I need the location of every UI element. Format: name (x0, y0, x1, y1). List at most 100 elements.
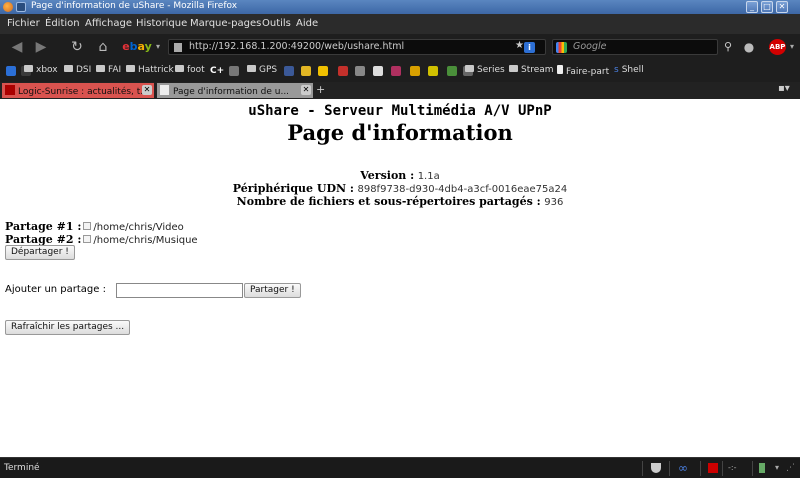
bookmark-folder-gps[interactable]: GPS (247, 65, 277, 75)
status-red-icon[interactable] (708, 463, 718, 473)
youtube-icon[interactable] (338, 66, 348, 76)
navigation-toolbar: ◀ ▶ ↻ ⌂ ebay ▾ http://192.168.1.200:4920… (0, 34, 800, 60)
bookmark-favicon-icon[interactable] (373, 66, 383, 76)
add-share-label: Ajouter un partage : (5, 284, 106, 295)
share-checkbox[interactable] (83, 235, 92, 243)
menu-marque-pages[interactable]: Marque-pages (190, 18, 261, 29)
tab-favicon-icon (5, 85, 15, 95)
unshare-button[interactable]: Départager ! (5, 245, 75, 260)
udn-label: Périphérique UDN : (232, 182, 354, 195)
bookmark-favicon-icon[interactable] (355, 66, 365, 76)
minimize-button[interactable]: _ (746, 1, 758, 13)
search-bar[interactable]: Google (552, 39, 718, 55)
version-value: 1.1a (417, 171, 440, 182)
count-label: Nombre de fichiers et sous-répertoires p… (236, 195, 541, 208)
version-line: Version : 1.1a (0, 169, 800, 182)
share-checkbox[interactable] (83, 222, 92, 230)
menu-edition[interactable]: Édition (45, 18, 80, 29)
page-subtitle: uShare - Serveur Multimédia A/V UPnP (248, 103, 552, 119)
info-icon[interactable]: i (524, 42, 535, 53)
search-placeholder: Google (573, 41, 607, 52)
bookmark-favicon-icon[interactable] (391, 66, 401, 76)
search-icon[interactable]: ⚲ (722, 39, 734, 55)
close-tab-icon[interactable]: ✕ (142, 85, 152, 95)
page-icon (174, 43, 182, 52)
window-menu-icon[interactable] (16, 2, 26, 12)
folder-icon (509, 65, 518, 72)
share-button[interactable]: Partager ! (244, 283, 301, 298)
tab-logic-sunrise[interactable]: Logic-Sunrise : actualités, t... ✕ (2, 83, 154, 98)
add-share-input[interactable] (116, 283, 243, 298)
page-content: uShare - Serveur Multimédia A/V UPnP Pag… (0, 99, 800, 457)
bookmark-folder-foot[interactable]: foot (175, 65, 205, 75)
menu-aide[interactable]: Aide (296, 18, 318, 29)
bookmark-shell[interactable]: ꜱ Shell (614, 65, 644, 75)
infinity-icon[interactable]: ∞ (678, 462, 696, 474)
resize-grip-icon[interactable]: ⋰ (786, 463, 795, 473)
refresh-shares-button[interactable]: Rafraîchir les partages ... (5, 320, 131, 335)
facebook-icon[interactable] (284, 66, 294, 76)
ebay-icon[interactable]: ebay (121, 39, 153, 55)
bookmark-folder-fai[interactable]: FAI (96, 65, 121, 75)
back-icon[interactable]: ◀ (8, 39, 26, 55)
bookmark-favicon-icon[interactable] (6, 66, 16, 76)
bookmark-favicon-icon[interactable] (428, 66, 438, 76)
maximize-button[interactable]: □ (761, 1, 773, 13)
menu-bar: Fichier Édition Affichage Historique Mar… (0, 14, 800, 34)
status-divider (722, 461, 723, 476)
url-bar[interactable]: http://192.168.1.200:49200/web/ushare.ht… (168, 39, 546, 55)
bookmark-favicon-icon[interactable] (410, 66, 420, 76)
bookmark-favicon-icon[interactable] (318, 66, 328, 76)
canal-plus-icon[interactable]: C+ (210, 66, 224, 76)
forward-icon[interactable]: ▶ (32, 39, 50, 55)
globe-icon[interactable]: ● (740, 39, 758, 55)
bookmark-favicon-icon[interactable] (301, 66, 311, 76)
bookmark-favicon-icon[interactable] (229, 66, 239, 76)
folder-icon (24, 65, 33, 72)
bookmark-favicon-icon[interactable] (447, 66, 457, 76)
page-title: Page d'information (287, 120, 513, 145)
menu-outils[interactable]: Outils (262, 18, 291, 29)
url-text[interactable]: http://192.168.1.200:49200/web/ushare.ht… (189, 41, 404, 52)
chevron-down-icon[interactable]: ▾ (775, 463, 779, 472)
menu-affichage[interactable]: Affichage (85, 18, 132, 29)
menu-historique[interactable]: Historique (136, 18, 187, 29)
home-icon[interactable]: ⌂ (94, 39, 112, 55)
close-button[interactable]: ✕ (776, 1, 788, 13)
tab-favicon-icon (160, 85, 169, 95)
status-divider (669, 461, 670, 476)
count-value: 936 (544, 197, 564, 208)
status-extension-icon[interactable] (759, 463, 765, 473)
shield-icon[interactable] (651, 463, 661, 473)
bookmark-folder-stream[interactable]: Stream (509, 65, 554, 75)
tab-ushare[interactable]: Page d'information de u... ✕ (157, 83, 313, 98)
status-divider (642, 461, 643, 476)
udn-value: 898f9738-d930-4db4-a3cf-0016eae75a24 (357, 184, 568, 195)
adblock-menu-chevron-icon[interactable]: ▾ (788, 39, 796, 55)
google-icon[interactable] (556, 42, 567, 53)
share-path: /home/chris/Musique (93, 235, 198, 246)
folder-icon (96, 65, 105, 72)
shell-icon: ꜱ (614, 65, 619, 75)
bookmark-folder-dsi[interactable]: DSI (64, 65, 91, 75)
star-icon[interactable]: ★ (515, 40, 524, 51)
chevron-down-icon[interactable]: ▾ (154, 39, 162, 55)
share-row: Partage #1 : /home/chris/Video (5, 220, 184, 233)
count-line: Nombre de fichiers et sous-répertoires p… (0, 195, 800, 208)
bookmark-folder-series[interactable]: Series (465, 65, 505, 75)
firefox-icon[interactable] (3, 2, 13, 12)
bookmark-folder-xbox[interactable]: xbox (24, 65, 58, 75)
close-tab-icon[interactable]: ✕ (301, 85, 311, 95)
new-tab-icon[interactable]: + (316, 83, 325, 96)
share-path: /home/chris/Video (93, 222, 184, 233)
bookmark-faire-part[interactable]: Faire-part (557, 65, 609, 77)
adblock-icon[interactable]: ABP (769, 39, 786, 55)
folder-icon (64, 65, 73, 72)
reload-icon[interactable]: ↻ (68, 39, 86, 55)
bookmark-folder-hattrick[interactable]: Hattrick (126, 65, 174, 75)
tab-bar: Logic-Sunrise : actualités, t... ✕ Page … (0, 82, 800, 99)
udn-line: Périphérique UDN : 898f9738-d930-4db4-a3… (0, 182, 800, 195)
tab-list-icon[interactable]: ▪▾ (778, 83, 790, 94)
window-title: Page d'information de uShare - Mozilla F… (31, 1, 238, 11)
menu-fichier[interactable]: Fichier (7, 18, 40, 29)
